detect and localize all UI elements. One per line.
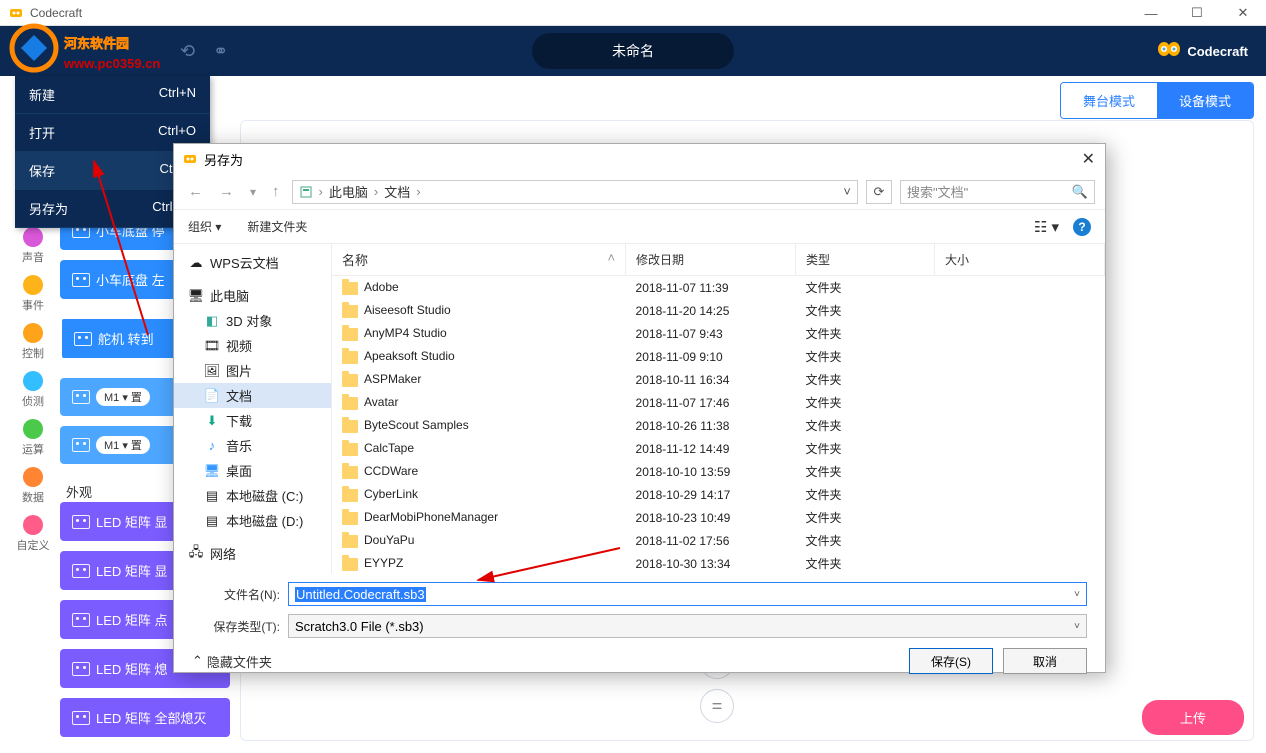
folder-icon [342, 535, 358, 548]
filename-input[interactable]: Untitled.Codecraft.sb3 ˅ [288, 582, 1087, 606]
filetype-label: 保存类型(T): [192, 618, 280, 635]
table-row[interactable]: ByteScout Samples2018-10-26 11:38文件夹 [332, 414, 1105, 437]
folder-icon [342, 489, 358, 502]
minimize-button[interactable]: — [1128, 0, 1174, 26]
new-folder-button[interactable]: 新建文件夹 [247, 218, 307, 235]
category-operators[interactable]: 运算 [22, 416, 44, 460]
table-row[interactable]: DouYaPu2018-11-02 17:56文件夹 [332, 529, 1105, 552]
hide-folders-toggle[interactable]: ⌃隐藏文件夹 [192, 652, 272, 671]
tree-music[interactable]: ♪音乐 [174, 433, 331, 458]
tree-network[interactable]: 🖧网络 [174, 541, 331, 566]
dialog-navbar: ← → ▾ ↑ › 此电脑 › 文档 › ˅ ⟳ 搜索"文档" 🔍 [174, 174, 1105, 210]
tree-drive-d[interactable]: ▤本地磁盘 (D:) [174, 508, 331, 533]
category-sound[interactable]: 声音 [22, 224, 44, 268]
dialog-close-button[interactable]: ✕ [1082, 149, 1095, 169]
search-icon: 🔍 [1072, 184, 1088, 200]
folder-icon [342, 282, 358, 295]
table-row[interactable]: ASPMaker2018-10-11 16:34文件夹 [332, 368, 1105, 391]
dialog-footer: 文件名(N): Untitled.Codecraft.sb3 ˅ 保存类型(T)… [174, 574, 1105, 682]
nav-forward-button[interactable]: → [215, 181, 238, 202]
nav-up-button[interactable]: ↑ [268, 181, 284, 202]
brand-logo: Codecraft [1157, 41, 1248, 61]
save-as-dialog: 另存为 ✕ ← → ▾ ↑ › 此电脑 › 文档 › ˅ ⟳ 搜索"文档" 🔍 … [173, 143, 1106, 673]
folder-tree: ☁WPS云文档 🖥此电脑 ◧3D 对象 🎞视频 🖼图片 📄文档 ⬇下载 ♪音乐 … [174, 244, 332, 574]
app-icon [8, 5, 24, 21]
folder-icon [342, 466, 358, 479]
window-title: Codecraft [30, 6, 82, 20]
tree-this-pc[interactable]: 🖥此电脑 [174, 283, 331, 308]
mode-tabs: 舞台模式 设备模式 [1060, 82, 1254, 119]
nav-back-button[interactable]: ← [184, 181, 207, 202]
equals-button[interactable]: = [700, 689, 734, 723]
table-row[interactable]: AnyMP4 Studio2018-11-07 9:43文件夹 [332, 322, 1105, 345]
tab-device-mode[interactable]: 设备模式 [1157, 83, 1253, 118]
category-data[interactable]: 数据 [22, 464, 44, 508]
filename-label: 文件名(N): [192, 586, 280, 603]
section-appearance-label: 外观 [66, 482, 92, 501]
menu-item-new[interactable]: 新建Ctrl+N [15, 76, 210, 114]
dialog-titlebar: 另存为 ✕ [174, 144, 1105, 174]
table-row[interactable]: EYYPZ2018-10-30 13:34文件夹 [332, 552, 1105, 574]
folder-icon [342, 328, 358, 341]
table-row[interactable]: Adobe2018-11-07 11:39文件夹 [332, 276, 1105, 300]
file-list[interactable]: 名称 ˄ 修改日期 类型 大小 Adobe2018-11-07 11:39文件夹… [332, 244, 1105, 574]
block-led-5[interactable]: LED 矩阵 全部熄灭 [60, 698, 230, 737]
tree-videos[interactable]: 🎞视频 [174, 333, 331, 358]
cancel-button[interactable]: 取消 [1003, 648, 1087, 674]
filetype-select[interactable]: Scratch3.0 File (*.sb3) ˅ [288, 614, 1087, 638]
tree-3d-objects[interactable]: ◧3D 对象 [174, 308, 331, 333]
nav-recent-button[interactable]: ▾ [246, 183, 260, 201]
category-custom[interactable]: 自定义 [17, 512, 50, 556]
folder-icon [342, 305, 358, 318]
tree-drive-c[interactable]: ▤本地磁盘 (C:) [174, 483, 331, 508]
table-row[interactable]: Aiseesoft Studio2018-11-20 14:25文件夹 [332, 299, 1105, 322]
table-row[interactable]: CCDWare2018-10-10 13:59文件夹 [332, 460, 1105, 483]
chevron-down-icon[interactable]: ˅ [1074, 589, 1080, 600]
close-button[interactable]: ✕ [1220, 0, 1266, 26]
tree-desktop[interactable]: 🖥桌面 [174, 458, 331, 483]
tree-wps-cloud[interactable]: ☁WPS云文档 [174, 250, 331, 275]
dialog-toolbar: 组织 ▾ 新建文件夹 ☷ ▾ ? [174, 210, 1105, 244]
link-icon[interactable]: ⟲ [180, 41, 195, 62]
window-titlebar: Codecraft — ☐ ✕ [0, 0, 1266, 26]
help-button[interactable]: ? [1073, 218, 1091, 236]
upload-button[interactable]: 上传 [1142, 700, 1244, 735]
folder-icon [342, 374, 358, 387]
tree-downloads[interactable]: ⬇下载 [174, 408, 331, 433]
category-events[interactable]: 事件 [22, 272, 44, 316]
tab-stage-mode[interactable]: 舞台模式 [1061, 83, 1157, 118]
chevron-down-icon[interactable]: ˅ [1074, 621, 1080, 632]
folder-icon [342, 443, 358, 456]
documents-icon [299, 185, 313, 199]
table-row[interactable]: Apeaksoft Studio2018-11-09 9:10文件夹 [332, 345, 1105, 368]
table-row[interactable]: DearMobiPhoneManager2018-10-23 10:49文件夹 [332, 506, 1105, 529]
folder-icon [342, 397, 358, 410]
tree-pictures[interactable]: 🖼图片 [174, 358, 331, 383]
refresh-button[interactable]: ⟳ [866, 180, 892, 204]
app-header: ⟲ ⚭ 未命名 Codecraft [0, 26, 1266, 76]
table-row[interactable]: CalcTape2018-11-12 14:49文件夹 [332, 437, 1105, 460]
dialog-app-icon [182, 151, 198, 167]
search-input[interactable]: 搜索"文档" 🔍 [900, 180, 1095, 204]
folder-icon [342, 512, 358, 525]
folder-icon [342, 351, 358, 364]
table-row[interactable]: CyberLink2018-10-29 14:17文件夹 [332, 483, 1105, 506]
block-category-palette: 外观 声音 事件 控制 侦测 运算 数据 自定义 [8, 195, 58, 556]
dialog-title: 另存为 [204, 150, 243, 169]
save-button[interactable]: 保存(S) [909, 648, 993, 674]
category-sensing[interactable]: 侦测 [22, 368, 44, 412]
folder-icon [342, 420, 358, 433]
tree-documents[interactable]: 📄文档 [174, 383, 331, 408]
path-breadcrumb[interactable]: › 此电脑 › 文档 › ˅ [292, 180, 858, 204]
view-options-button[interactable]: ☷ ▾ [1034, 218, 1059, 236]
organize-button[interactable]: 组织 ▾ [188, 218, 221, 235]
project-name[interactable]: 未命名 [532, 33, 734, 69]
table-row[interactable]: Avatar2018-11-07 17:46文件夹 [332, 391, 1105, 414]
maximize-button[interactable]: ☐ [1174, 0, 1220, 26]
category-control[interactable]: 控制 [22, 320, 44, 364]
chain-icon[interactable]: ⚭ [213, 41, 228, 62]
folder-icon [342, 558, 358, 571]
